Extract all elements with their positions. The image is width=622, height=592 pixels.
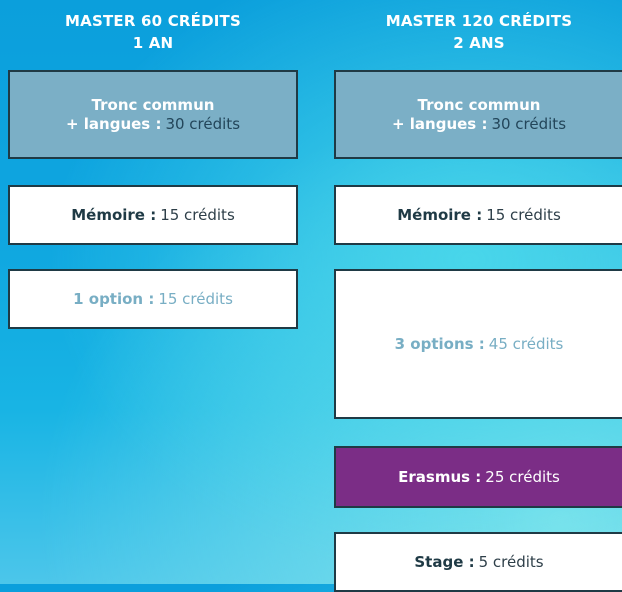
right-stage-box: Stage :5 crédits bbox=[334, 532, 622, 592]
right-title-line2: 2 ANS bbox=[453, 34, 505, 52]
left-tronc-label: + langues : bbox=[65, 114, 162, 133]
left-option-label: 1 option : bbox=[73, 289, 155, 308]
left-title-line2: 1 AN bbox=[132, 34, 174, 52]
left-tronc-line1: Tronc commun bbox=[91, 95, 215, 114]
right-tronc-commun-box: Tronc commun + langues :30 crédits bbox=[334, 70, 622, 159]
left-memoire-credits: 15 crédits bbox=[160, 205, 235, 224]
left-option-box: 1 option :15 crédits bbox=[8, 269, 298, 329]
right-erasmus-label: Erasmus : bbox=[398, 467, 482, 486]
right-memoire-label: Mémoire : bbox=[397, 205, 483, 224]
right-stage-label: Stage : bbox=[414, 552, 475, 571]
right-options-box: 3 options :45 crédits bbox=[334, 269, 622, 419]
left-option-credits: 15 crédits bbox=[158, 289, 233, 308]
right-tronc-line1: Tronc commun bbox=[417, 95, 541, 114]
left-title-line1: MASTER 60 CRÉDITS bbox=[65, 12, 241, 30]
right-options-credits: 45 crédits bbox=[488, 334, 564, 353]
right-erasmus-credits: 25 crédits bbox=[485, 467, 560, 486]
left-tronc-credits: 30 crédits bbox=[165, 114, 241, 133]
right-erasmus-box: Erasmus :25 crédits bbox=[334, 446, 622, 508]
right-memoire-credits: 15 crédits bbox=[486, 205, 561, 224]
right-tronc-credits: 30 crédits bbox=[491, 114, 567, 133]
right-stage-credits: 5 crédits bbox=[478, 552, 544, 571]
right-column-title: MASTER 120 CRÉDITS 2 ANS bbox=[334, 10, 622, 54]
left-memoire-label: Mémoire : bbox=[71, 205, 157, 224]
right-memoire-box: Mémoire :15 crédits bbox=[334, 185, 622, 245]
right-title-line1: MASTER 120 CRÉDITS bbox=[385, 12, 573, 30]
left-column-title: MASTER 60 CRÉDITS 1 AN bbox=[8, 10, 298, 54]
left-memoire-box: Mémoire :15 crédits bbox=[8, 185, 298, 245]
left-tronc-commun-box: Tronc commun + langues :30 crédits bbox=[8, 70, 298, 159]
right-tronc-label: + langues : bbox=[391, 114, 488, 133]
right-options-label: 3 options : bbox=[394, 334, 485, 353]
